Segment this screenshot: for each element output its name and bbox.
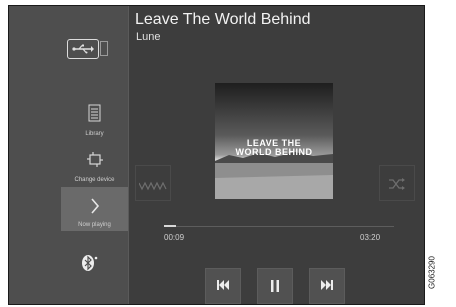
progress-bar[interactable] bbox=[164, 226, 394, 227]
list-icon bbox=[88, 104, 101, 124]
source-usb-button[interactable] bbox=[67, 39, 99, 59]
repeat-icon bbox=[138, 178, 167, 196]
divider bbox=[128, 6, 129, 304]
bluetooth-icon bbox=[81, 255, 99, 276]
pause-button[interactable] bbox=[257, 268, 293, 304]
media-source-icon bbox=[100, 41, 108, 56]
elapsed-time: 00:09 bbox=[164, 233, 185, 242]
bluetooth-button[interactable] bbox=[81, 254, 99, 277]
total-time: 03:20 bbox=[360, 233, 381, 242]
album-art-line2: WORLD BEHIND bbox=[235, 147, 313, 157]
previous-track-button[interactable] bbox=[205, 268, 241, 304]
album-art[interactable]: LEAVE THE WORLD BEHIND bbox=[215, 83, 333, 199]
sidebar-item-label: Now playing bbox=[78, 222, 111, 228]
chevron-right-icon bbox=[90, 198, 100, 216]
change-device-icon bbox=[87, 151, 103, 170]
sidebar: Library Change device Now playing bbox=[9, 6, 128, 304]
next-track-button[interactable] bbox=[309, 268, 345, 304]
sidebar-item-now-playing[interactable]: Now playing bbox=[61, 187, 128, 231]
shuffle-icon bbox=[389, 177, 405, 195]
sidebar-item-library[interactable]: Library bbox=[61, 104, 128, 140]
artist-name: Lune bbox=[136, 31, 161, 43]
repeat-button[interactable] bbox=[135, 165, 171, 201]
shuffle-button[interactable] bbox=[379, 165, 415, 201]
figure-code-text: G063290 bbox=[427, 256, 437, 289]
sidebar-item-change-device[interactable]: Change device bbox=[61, 151, 128, 187]
track-title: Leave The World Behind bbox=[135, 11, 311, 28]
progress-fill bbox=[164, 225, 176, 227]
sidebar-item-label: Change device bbox=[74, 177, 115, 183]
infotainment-screen: Library Change device Now playing Leave … bbox=[8, 5, 425, 305]
sidebar-item-label: Library bbox=[85, 131, 104, 137]
figure-code: G063290 bbox=[426, 242, 438, 304]
